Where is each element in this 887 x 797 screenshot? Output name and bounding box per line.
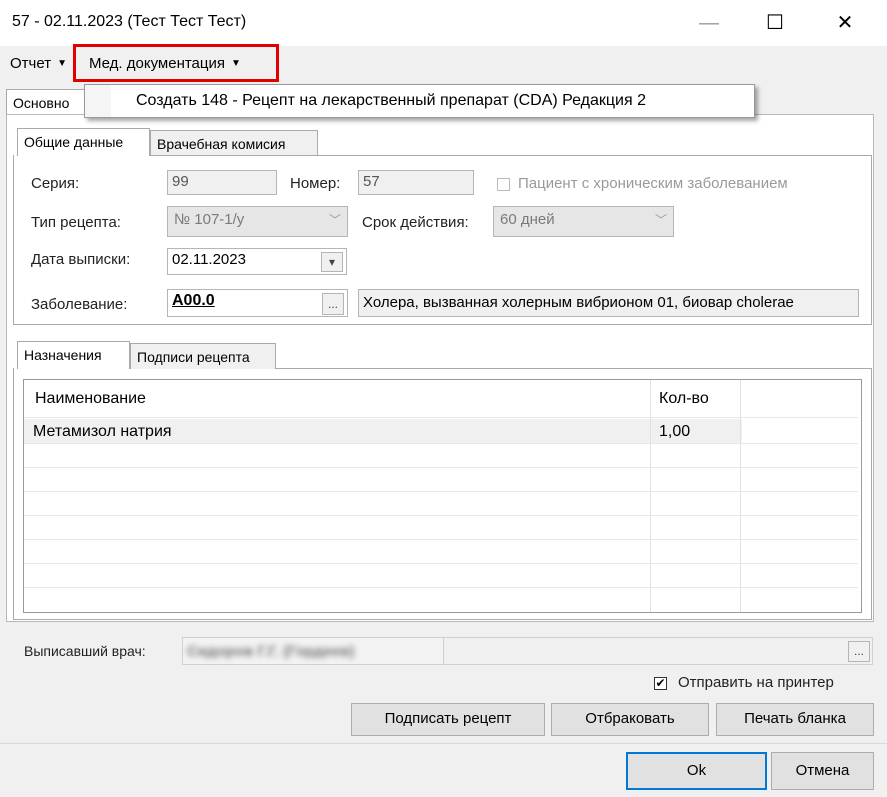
- calendar-dropdown-button[interactable]: ▾: [321, 252, 343, 272]
- date-field[interactable]: 02.11.2023: [167, 248, 347, 275]
- chronic-checkbox[interactable]: [497, 178, 510, 191]
- chevron-down-icon: ▾: [328, 255, 336, 269]
- sign-recipe-button[interactable]: Подписать рецепт: [351, 703, 545, 736]
- tab-prescriptions[interactable]: Назначения: [17, 341, 130, 369]
- chronic-label: Пациент с хроническим заболеванием: [518, 175, 788, 192]
- cell-qty: 1,00: [659, 423, 691, 440]
- doctor-field[interactable]: Сидоров Г.Г. (Гордеев): [182, 637, 444, 665]
- cell-name: Метамизол натрия: [33, 423, 172, 440]
- chevron-down-icon: ﹀: [654, 213, 667, 227]
- divider: [24, 467, 858, 468]
- doctor-value: Сидоров Г.Г. (Гордеев): [187, 643, 355, 660]
- disease-label: Заболевание:: [31, 296, 128, 313]
- chevron-down-icon: ﹀: [328, 213, 341, 227]
- doctor-select-button[interactable]: ...: [848, 641, 870, 662]
- validity-label: Срок действия:: [362, 214, 469, 231]
- recipe-type-value: № 107-1/у: [174, 211, 245, 228]
- divider: [650, 380, 651, 612]
- menu-report[interactable]: Отчет ▼: [10, 55, 67, 72]
- med-docs-dropdown: Создать 148 - Рецепт на лекарственный пр…: [84, 84, 755, 118]
- recipe-type-label: Тип рецепта:: [31, 214, 121, 231]
- disease-code: A00.0: [172, 292, 215, 309]
- tab-basic-label: Основно: [13, 95, 70, 111]
- divider: [276, 368, 872, 369]
- divider: [24, 491, 858, 492]
- print-form-button[interactable]: Печать бланка: [716, 703, 874, 736]
- disease-name-field: Холера, вызванная холерным вибрионом 01,…: [358, 289, 859, 317]
- disease-select-button[interactable]: ...: [322, 293, 344, 315]
- column-header-name[interactable]: Наименование: [35, 390, 146, 408]
- divider: [740, 380, 741, 612]
- menu-report-label: Отчет: [10, 55, 52, 72]
- divider: [150, 155, 872, 156]
- number-field[interactable]: 57: [358, 170, 474, 195]
- date-label: Дата выписки:: [31, 251, 131, 268]
- tab-signatures-label: Подписи рецепта: [137, 349, 250, 365]
- chevron-down-icon: ▼: [57, 58, 67, 69]
- table-header: [24, 380, 861, 416]
- tab-signatures[interactable]: Подписи рецепта: [130, 343, 276, 369]
- date-value: 02.11.2023: [172, 251, 246, 268]
- disease-code-field[interactable]: A00.0: [167, 289, 348, 317]
- highlight-box: [73, 44, 279, 82]
- series-label: Серия:: [31, 175, 80, 192]
- minimize-button[interactable]: —: [686, 6, 732, 40]
- doctor-label: Выписавший врач:: [24, 643, 146, 659]
- printer-checkbox[interactable]: ✔: [654, 677, 667, 690]
- reject-button[interactable]: Отбраковать: [551, 703, 709, 736]
- prescriptions-table: Наименование Кол-во Метамизол натрия 1,0…: [23, 379, 862, 613]
- tab-commission[interactable]: Врачебная комисия: [150, 130, 318, 156]
- close-button[interactable]: ✕: [822, 6, 868, 40]
- maximize-button[interactable]: ☐: [752, 6, 798, 40]
- tab-general-label: Общие данные: [24, 134, 124, 150]
- printer-label: Отправить на принтер: [678, 674, 834, 691]
- tab-prescriptions-label: Назначения: [24, 347, 102, 363]
- divider: [24, 443, 858, 444]
- number-label: Номер:: [290, 175, 341, 192]
- tab-basic[interactable]: Основно: [6, 89, 86, 115]
- ok-button[interactable]: Ok: [626, 752, 767, 790]
- dropdown-item-create-148[interactable]: Создать 148 - Рецепт на лекарственный пр…: [136, 92, 646, 110]
- recipe-type-select[interactable]: № 107-1/у ﹀: [167, 206, 348, 237]
- divider: [24, 587, 858, 588]
- validity-select[interactable]: 60 дней ﹀: [493, 206, 674, 237]
- divider: [0, 743, 887, 744]
- validity-value: 60 дней: [500, 211, 555, 228]
- tab-commission-label: Врачебная комисия: [157, 136, 286, 152]
- tab-general[interactable]: Общие данные: [17, 128, 150, 156]
- column-header-qty[interactable]: Кол-во: [659, 390, 709, 408]
- window-title: 57 - 02.11.2023 (Тест Тест Тест): [12, 13, 247, 30]
- divider: [24, 563, 858, 564]
- divider: [24, 515, 858, 516]
- series-field[interactable]: 99: [167, 170, 277, 195]
- doctor-field-ext: [444, 637, 873, 665]
- cancel-button[interactable]: Отмена: [771, 752, 874, 790]
- dropdown-icon-column: [85, 85, 111, 117]
- divider: [24, 539, 858, 540]
- divider: [24, 417, 858, 418]
